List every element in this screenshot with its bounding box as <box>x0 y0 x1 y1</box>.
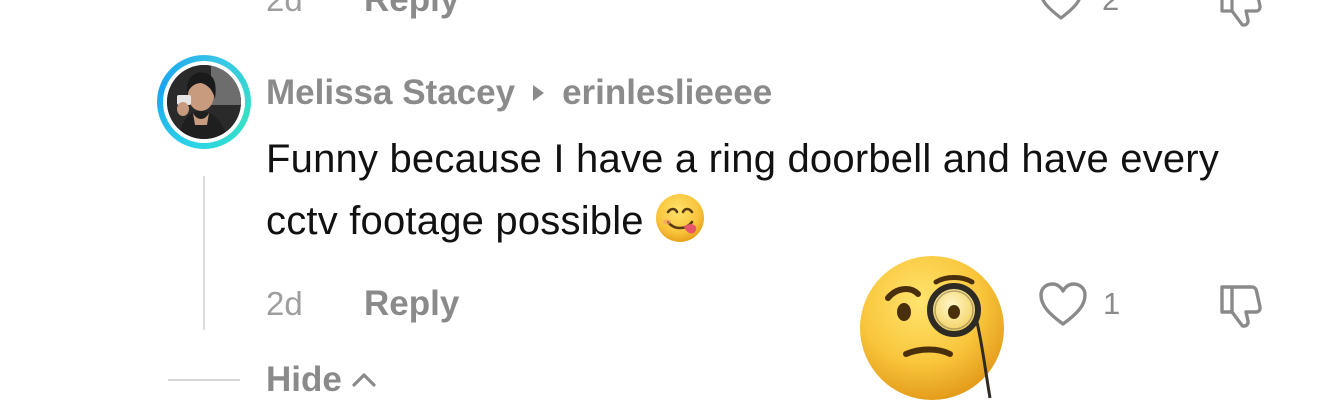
avatar[interactable] <box>157 55 251 149</box>
reply-button[interactable]: Reply <box>364 282 459 326</box>
heart-icon <box>1041 0 1081 20</box>
dislike-icon[interactable] <box>1216 281 1268 331</box>
hide-label: Hide <box>266 360 342 399</box>
reply-arrow-icon <box>533 85 545 101</box>
comment-author-name[interactable]: Melissa Stacey <box>266 73 515 113</box>
avatar-photo <box>167 65 241 139</box>
comment-author-line: Melissa Stacey erinleslieeee <box>266 70 772 116</box>
previous-comment-like-button[interactable]: 2 <box>1038 0 1119 22</box>
like-count: 1 <box>1103 286 1121 321</box>
comment-body: Funny because I have a ring doorbell and… <box>266 128 1266 262</box>
chevron-up-icon <box>352 373 376 387</box>
yummy-face-icon <box>654 192 706 262</box>
comment-text: Funny because I have a ring doorbell and… <box>266 137 1220 243</box>
dislike-icon[interactable] <box>1216 0 1268 28</box>
comment-thread: 2d Reply 2 <box>0 0 1320 414</box>
reply-to-username[interactable]: erinleslieeee <box>562 73 772 113</box>
previous-comment-reply-button[interactable]: Reply <box>364 0 459 22</box>
hide-replies-button[interactable]: Hide <box>266 358 378 402</box>
comment-time: 2d <box>266 285 303 322</box>
hide-divider-line <box>168 379 240 381</box>
thread-connector-line <box>203 176 205 330</box>
previous-comment-footer: 2d Reply 2 <box>0 0 1320 27</box>
like-button[interactable]: 1 <box>1037 280 1120 328</box>
previous-comment-like-count: 2 <box>1102 0 1119 18</box>
previous-comment-time: 2d <box>266 0 303 22</box>
heart-icon <box>1039 282 1087 326</box>
face-with-monocle-icon <box>858 252 1010 404</box>
